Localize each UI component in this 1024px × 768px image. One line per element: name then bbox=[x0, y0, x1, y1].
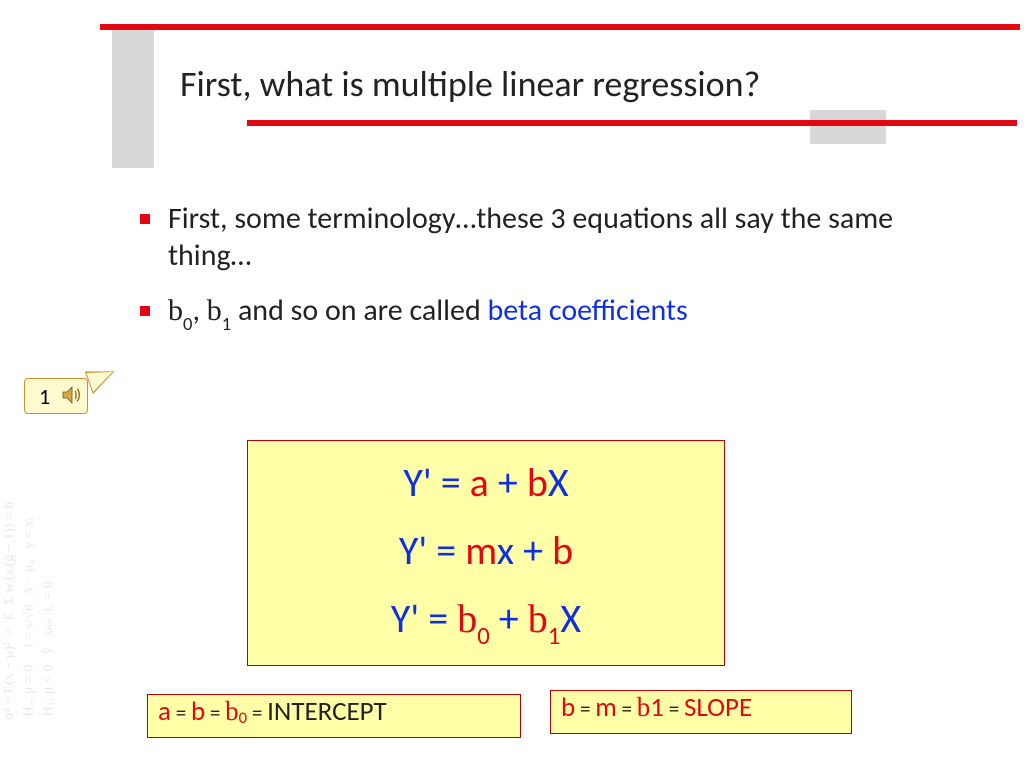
bullet-1-text: First, some terminology…these 3 equation… bbox=[168, 200, 960, 274]
beta0-subscript: 0 bbox=[183, 312, 192, 335]
equation-3: Y' = b0 + b1X bbox=[268, 594, 704, 648]
grey-accent-left bbox=[112, 30, 154, 168]
bullet-1: First, some terminology…these 3 equation… bbox=[140, 200, 960, 274]
mid-red-bar bbox=[247, 120, 1017, 126]
bullet-square-icon bbox=[140, 306, 150, 316]
callout-number: 1 bbox=[39, 383, 50, 410]
top-red-bar bbox=[100, 24, 1020, 30]
bullet-2-text: b0, b1 and so on are called beta coeffic… bbox=[168, 292, 688, 332]
bullet-list: First, some terminology…these 3 equation… bbox=[140, 200, 960, 350]
beta-coefficients-term: beta coefficients bbox=[488, 292, 688, 329]
beta0-symbol: b bbox=[168, 294, 183, 327]
beta1-symbol: b bbox=[207, 294, 222, 327]
equation-1: Y' = a + bX bbox=[268, 458, 704, 507]
slope-definition-box: b = m = b1 = SLOPE bbox=[550, 690, 852, 734]
equations-box: Y' = a + bX Y' = mx + b Y' = b0 + b1X bbox=[247, 440, 725, 666]
equation-2: Y' = mx + b bbox=[268, 526, 704, 575]
intercept-definition-box: a = b = b0 = INTERCEPT bbox=[147, 694, 521, 738]
grey-accent-right bbox=[810, 110, 886, 144]
bullet-2: b0, b1 and so on are called beta coeffic… bbox=[140, 292, 960, 332]
bullet-square-icon bbox=[140, 214, 150, 224]
slide-title: First, what is multiple linear regressio… bbox=[180, 62, 760, 106]
beta1-subscript: 1 bbox=[222, 312, 231, 335]
speaker-icon bbox=[60, 383, 84, 407]
